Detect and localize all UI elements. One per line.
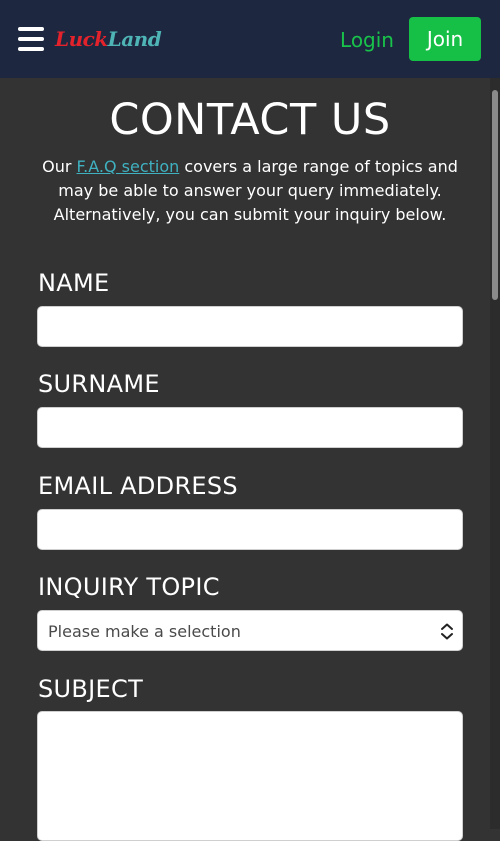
intro-text: Our F.A.Q section covers a large range o… xyxy=(40,155,460,227)
intro-prefix: Our xyxy=(42,157,77,176)
email-label: EMAIL ADDRESS xyxy=(38,472,238,500)
menu-bar-middle xyxy=(18,37,44,41)
join-button[interactable]: Join xyxy=(409,17,481,61)
inquiry-topic-selected-value: Please make a selection xyxy=(48,622,241,641)
intro-paragraph: Our F.A.Q section covers a large range o… xyxy=(40,155,460,203)
email-input[interactable] xyxy=(37,509,463,550)
scrollbar[interactable] xyxy=(490,78,500,829)
logo-land-text: Land xyxy=(107,27,162,51)
menu-bar-bottom xyxy=(18,47,44,51)
inquiry-topic-label: INQUIRY TOPIC xyxy=(38,573,220,601)
login-link[interactable]: Login xyxy=(340,27,394,53)
surname-input[interactable] xyxy=(37,407,463,448)
logo-luck-text: Luck xyxy=(55,27,108,51)
surname-label: SURNAME xyxy=(38,370,160,398)
name-label: NAME xyxy=(38,269,110,297)
page-title: CONTACT US xyxy=(109,95,391,145)
select-chevrons-icon xyxy=(441,623,453,640)
scrollbar-thumb[interactable] xyxy=(492,90,498,300)
hamburger-menu-icon[interactable] xyxy=(18,26,44,52)
subject-label: SUBJECT xyxy=(38,675,144,703)
luckland-logo[interactable]: LuckLand xyxy=(55,24,162,54)
name-input[interactable] xyxy=(37,306,463,347)
faq-link[interactable]: F.A.Q section xyxy=(77,157,180,176)
subject-textarea[interactable] xyxy=(37,711,463,841)
site-header: LuckLand Login Join xyxy=(0,0,500,78)
menu-bar-top xyxy=(18,27,44,31)
intro-alternative: Alternatively, you can submit your inqui… xyxy=(53,205,447,224)
inquiry-topic-select[interactable]: Please make a selection xyxy=(37,610,463,651)
